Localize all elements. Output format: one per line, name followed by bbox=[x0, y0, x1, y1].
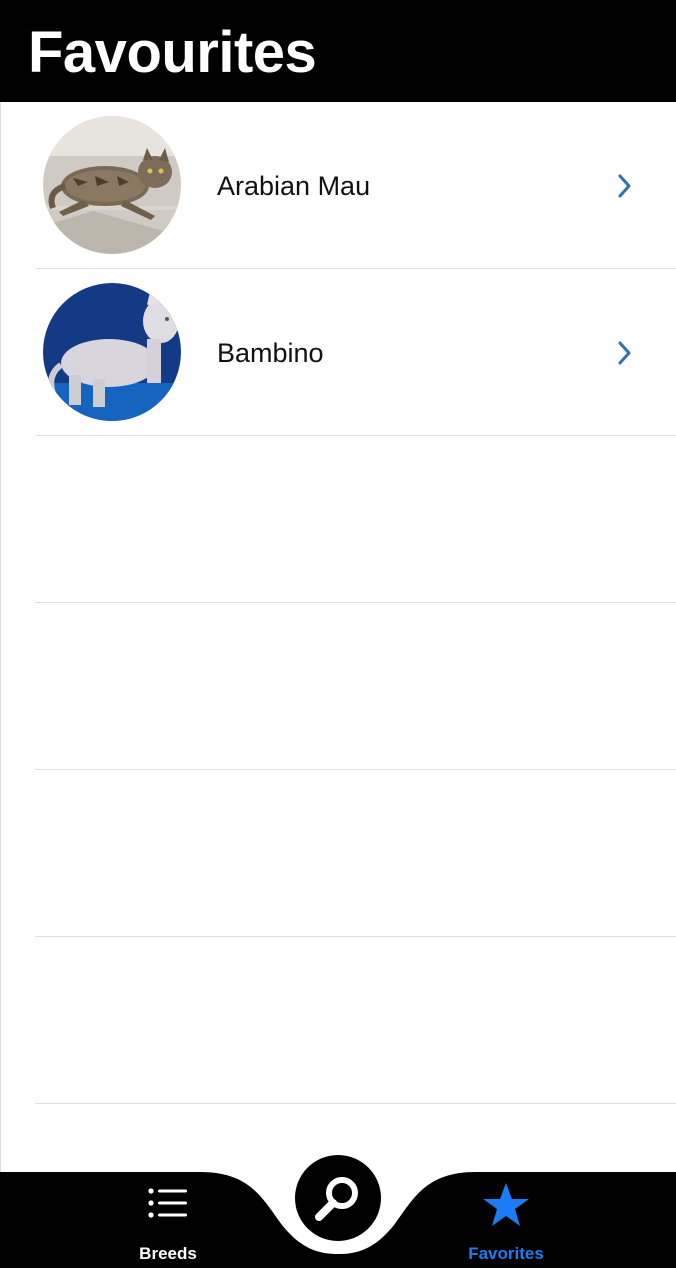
breed-name: Arabian Mau bbox=[217, 171, 371, 201]
empty-row bbox=[1, 937, 676, 1104]
tab-breeds-label: Breeds bbox=[139, 1244, 197, 1263]
chevron-right-icon bbox=[613, 339, 637, 367]
empty-row bbox=[1, 436, 676, 603]
star-icon bbox=[482, 1182, 530, 1228]
search-button[interactable] bbox=[295, 1155, 381, 1241]
list-item-bambino[interactable]: Bambino bbox=[1, 269, 676, 436]
row-divider bbox=[35, 1103, 676, 1104]
tab-bar: Breeds Favorites bbox=[0, 1150, 676, 1268]
empty-row bbox=[1, 770, 676, 937]
list-icon bbox=[148, 1188, 188, 1218]
page-title: Favourites bbox=[28, 20, 317, 85]
search-icon bbox=[313, 1173, 363, 1223]
chevron-right-icon bbox=[613, 172, 637, 200]
tab-breeds[interactable]: Breeds bbox=[68, 1172, 268, 1268]
navigation-header: Favourites bbox=[0, 0, 676, 102]
cat-avatar-bambino bbox=[43, 283, 181, 421]
list-item-arabian-mau[interactable]: Arabian Mau bbox=[1, 102, 676, 269]
favorites-list[interactable]: Arabian Mau Bambino bbox=[0, 102, 676, 1172]
breed-name: Bambino bbox=[217, 338, 324, 368]
tab-favorites[interactable]: Favorites bbox=[406, 1172, 606, 1268]
empty-row bbox=[1, 603, 676, 770]
cat-avatar-arabian-mau bbox=[43, 116, 181, 254]
tab-favorites-label: Favorites bbox=[468, 1244, 544, 1263]
